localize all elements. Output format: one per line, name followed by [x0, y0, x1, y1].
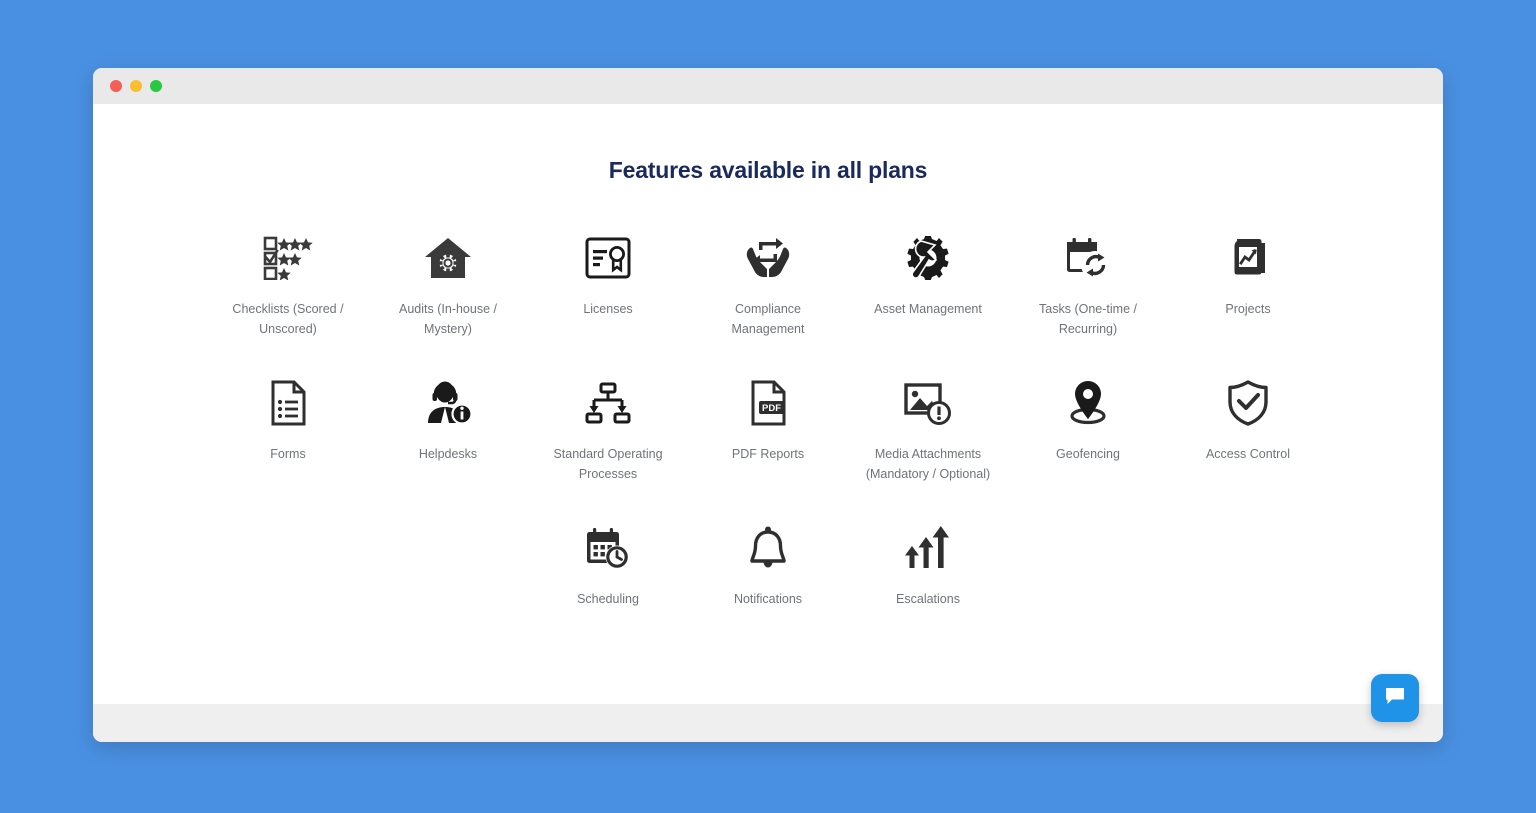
feature-item-pdf-reports[interactable]: PDF PDF Reports: [688, 375, 848, 484]
feature-item-sop[interactable]: Standard Operating Processes: [528, 375, 688, 484]
svg-text:PDF: PDF: [762, 403, 781, 414]
pdf-file-icon: PDF: [740, 375, 796, 431]
document-list-icon: [260, 375, 316, 431]
calendar-refresh-icon: [1060, 230, 1116, 286]
feature-label: Tasks (One-time / Recurring): [1039, 302, 1137, 336]
window-viewport: Features available in all plans Checklis…: [93, 104, 1443, 742]
feature-item-compliance[interactable]: Compliance Management: [688, 230, 848, 339]
feature-item-notifications[interactable]: Notifications: [688, 520, 848, 610]
hands-recycle-icon: [740, 230, 796, 286]
chat-bubble-icon: [1384, 685, 1406, 712]
feature-label: Helpdesks: [418, 447, 478, 461]
feature-item-media-attachments[interactable]: Media Attachments (Mandatory / Optional): [848, 375, 1008, 484]
close-button[interactable]: [110, 80, 122, 92]
feature-item-escalations[interactable]: Escalations: [848, 520, 1008, 610]
feature-item-licenses[interactable]: Licenses: [528, 230, 688, 339]
feature-item-access-control[interactable]: Access Control: [1168, 375, 1328, 484]
page-content: Features available in all plans Checklis…: [93, 104, 1443, 704]
feature-label: Scheduling: [577, 592, 639, 606]
feature-label: PDF Reports: [731, 447, 805, 461]
feature-label: Forms: [270, 447, 306, 461]
feature-item-forms[interactable]: Forms: [208, 375, 368, 484]
hierarchy-flow-icon: [580, 375, 636, 431]
window-titlebar: [93, 68, 1443, 104]
feature-label: Compliance Management: [731, 302, 805, 336]
features-grid: Checklists (Scored / Unscored) Audits (I…: [208, 230, 1328, 610]
page-root: Features available in all plans Checklis…: [0, 0, 1536, 813]
support-agent-info-icon: [420, 375, 476, 431]
feature-label: Escalations: [896, 592, 960, 606]
feature-item-asset-management[interactable]: Asset Management: [848, 230, 1008, 339]
checklist-stars-icon: [260, 230, 316, 286]
maximize-button[interactable]: [150, 80, 162, 92]
feature-label: Asset Management: [874, 302, 982, 316]
feature-label: Media Attachments (Mandatory / Optional): [865, 447, 991, 481]
image-alert-icon: [900, 375, 956, 431]
page-title: Features available in all plans: [608, 157, 928, 183]
arrows-up-icon: [900, 520, 956, 576]
bell-icon: [740, 520, 796, 576]
map-pin-icon: [1060, 375, 1116, 431]
feature-item-audits[interactable]: Audits (In-house / Mystery): [368, 230, 528, 339]
feature-item-tasks[interactable]: Tasks (One-time / Recurring): [1008, 230, 1168, 339]
feature-item-projects[interactable]: Projects: [1168, 230, 1328, 339]
calendar-clock-icon: [580, 520, 636, 576]
feature-label: Licenses: [583, 302, 633, 316]
house-gear-icon: [420, 230, 476, 286]
feature-label: Standard Operating Processes: [553, 447, 663, 481]
certificate-icon: [580, 230, 636, 286]
minimize-button[interactable]: [130, 80, 142, 92]
feature-item-scheduling[interactable]: Scheduling: [528, 520, 688, 610]
feature-item-helpdesks[interactable]: Helpdesks: [368, 375, 528, 484]
gear-wrench-icon: [900, 230, 956, 286]
feature-label: Projects: [1225, 302, 1271, 316]
browser-window: Features available in all plans Checklis…: [93, 68, 1443, 742]
chat-widget-button[interactable]: [1371, 674, 1419, 722]
feature-label: Notifications: [733, 592, 803, 606]
feature-label: Audits (In-house / Mystery): [399, 302, 497, 336]
feature-item-geofencing[interactable]: Geofencing: [1008, 375, 1168, 484]
feature-label: Access Control: [1205, 447, 1291, 461]
window-footer-bar: [93, 704, 1443, 742]
shield-check-icon: [1220, 375, 1276, 431]
feature-label: Checklists (Scored / Unscored): [232, 302, 344, 336]
feature-label: Geofencing: [1056, 447, 1120, 461]
projects-chart-icon: [1220, 230, 1276, 286]
feature-item-checklists[interactable]: Checklists (Scored / Unscored): [208, 230, 368, 339]
